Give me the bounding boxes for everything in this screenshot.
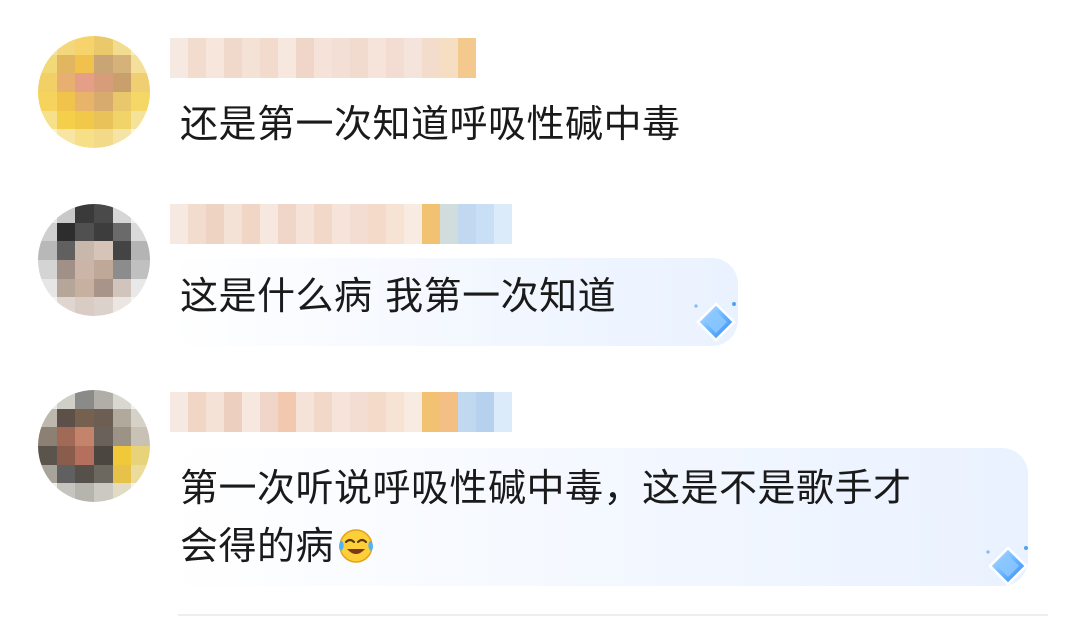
comment-text-line-2: 会得的病 [180,518,376,574]
diamond-badge-icon [986,546,1028,586]
divider [178,614,1048,616]
avatar[interactable] [38,390,150,502]
comment-text-line-1: 第一次听说呼吸性碱中毒，这是不是歌手才 [180,466,912,510]
username-blurred[interactable] [170,392,512,432]
comment-3: 第一次听说呼吸性碱中毒，这是不是歌手才 会得的病 [0,0,1080,618]
laughing-crying-emoji-icon [339,529,374,563]
comment-text-line-2-text: 会得的病 [180,524,335,568]
